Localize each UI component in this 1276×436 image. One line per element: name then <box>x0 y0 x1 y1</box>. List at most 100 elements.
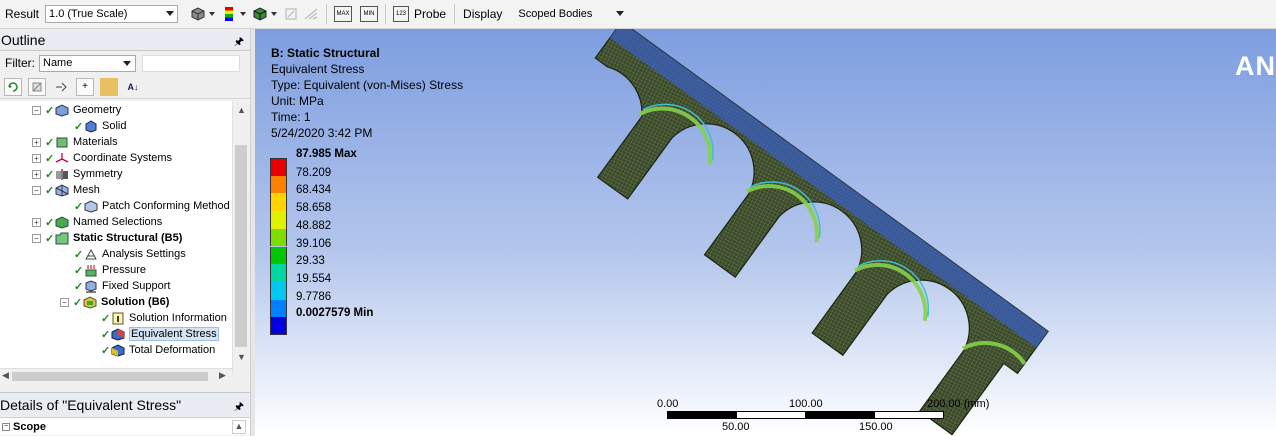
toolbar-separator <box>454 4 456 24</box>
tree-item-analysis-settings[interactable]: ✓ Analysis Settings <box>74 246 186 262</box>
scale-label: 0.00 <box>657 398 679 410</box>
meshed-model[interactable] <box>255 29 1276 436</box>
tree-item-patch-conforming-method[interactable]: ✓ Patch Conforming Method <box>74 198 230 214</box>
collapse-icon[interactable]: − <box>32 185 41 195</box>
tree-item-solid[interactable]: ✓ Solid <box>74 118 126 134</box>
tree-item-equivalent-stress[interactable]: ✓ Equivalent Stress <box>101 326 219 342</box>
scale-segment <box>736 411 806 419</box>
checkmark-icon: ✓ <box>74 120 84 133</box>
chevron-down-icon <box>123 60 131 66</box>
scale-segment <box>667 411 737 419</box>
display-value: Scoped Bodies <box>518 8 593 20</box>
tree-item-label: Total Deformation <box>129 344 216 356</box>
folder-icon[interactable] <box>100 77 118 96</box>
slice-display-icon[interactable] <box>303 6 319 22</box>
tree-item-static-structural[interactable]: − ✓ Static Structural (B5) <box>32 230 182 246</box>
chevron-down-icon[interactable] <box>240 12 247 16</box>
collapse-icon[interactable]: − <box>60 297 69 307</box>
scale-segment <box>805 411 875 419</box>
collapse-icon[interactable]: − <box>32 105 41 115</box>
scale-label: 50.00 <box>722 421 750 433</box>
details-scope-row[interactable]: − Scope ▲ <box>0 417 250 435</box>
suppress-icon[interactable] <box>28 77 46 96</box>
tree-item-fixed-support[interactable]: ✓ Fixed Support <box>74 278 170 294</box>
tree-item-pressure[interactable]: ✓ Pressure <box>74 262 146 278</box>
tree-item-solution-information[interactable]: ✓ Solution Information <box>101 310 227 326</box>
scroll-left-icon[interactable]: ◀ <box>2 370 9 381</box>
result-toolbar: Result 1.0 (True Scale) MAX MIN 123 Prob… <box>0 0 1276 29</box>
probe-button[interactable]: Probe <box>414 7 446 21</box>
analysis-settings-icon <box>85 248 97 259</box>
graphics-viewport[interactable]: B: Static Structural Equivalent Stress T… <box>255 29 1276 436</box>
display-select[interactable]: Scoped Bodies <box>514 5 629 23</box>
checkmark-icon: ✓ <box>73 296 83 309</box>
tree-item-label: Fixed Support <box>102 280 171 292</box>
tree-item-label: Coordinate Systems <box>73 152 173 164</box>
named-selections-icon <box>55 215 69 229</box>
vector-display-icon[interactable] <box>283 6 299 22</box>
tree-item-label: Equivalent Stress <box>129 327 219 341</box>
checkmark-icon: ✓ <box>45 136 55 149</box>
tree-item-label: Mesh <box>73 184 100 196</box>
tree-item-label: Symmetry <box>73 168 123 180</box>
tree-item-label: Analysis Settings <box>102 248 186 260</box>
tree-item-named-selections[interactable]: + ✓ Named Selections <box>32 214 162 230</box>
tree-item-label: Solution (B6) <box>101 296 170 308</box>
pin-icon[interactable]: 🖈 <box>234 33 244 52</box>
checkmark-icon: ✓ <box>101 344 111 357</box>
geometry-display-icon[interactable] <box>190 6 206 22</box>
max-label-icon[interactable]: MAX <box>334 6 353 22</box>
tree-horizontal-scrollbar[interactable]: ◀ ▶ <box>0 368 232 383</box>
scroll-right-icon[interactable]: ▶ <box>219 370 226 381</box>
tree-item-label: Solution Information <box>129 312 227 324</box>
details-header: Details of "Equivalent Stress" 🖈 <box>0 392 250 416</box>
checkmark-icon: ✓ <box>45 104 55 117</box>
scroll-up-icon[interactable]: ▲ <box>237 105 246 115</box>
tree-item-symmetry[interactable]: + ✓ Symmetry <box>32 166 123 182</box>
checkmark-icon: ✓ <box>74 264 84 277</box>
scroll-up-icon[interactable]: ▲ <box>232 419 246 434</box>
tree-vertical-scrollbar[interactable]: ▲ ▼ <box>232 101 249 373</box>
tree-item-materials[interactable]: + ✓ Materials <box>32 134 118 150</box>
edges-display-icon[interactable] <box>252 6 268 22</box>
expand-all-icon[interactable]: + <box>76 77 94 96</box>
solution-icon <box>83 295 97 309</box>
filter-search-input[interactable] <box>142 54 240 72</box>
pin-icon[interactable]: 🖈 <box>234 398 244 417</box>
filter-select[interactable]: Name <box>39 54 136 72</box>
checkmark-icon: ✓ <box>45 216 55 229</box>
outline-header: Outline 🖈 <box>0 29 250 51</box>
geometry-icon <box>55 103 69 117</box>
scrollbar-thumb[interactable] <box>12 372 208 381</box>
expand-icon[interactable]: + <box>32 217 41 227</box>
expand-icon[interactable]: + <box>32 153 41 163</box>
tree-item-geometry[interactable]: − ✓ Geometry <box>32 102 121 118</box>
chevron-down-icon[interactable] <box>209 12 216 16</box>
sort-az-icon[interactable]: A↓ <box>124 78 142 96</box>
expand-icon[interactable]: + <box>32 169 41 179</box>
collapse-tree-icon[interactable] <box>52 78 70 96</box>
tree-item-total-deformation[interactable]: ✓ Total Deformation <box>101 342 215 358</box>
filter-row: Filter: Name <box>0 51 250 75</box>
stress-result-icon <box>111 327 125 341</box>
result-scale-select[interactable]: 1.0 (True Scale) <box>45 5 179 23</box>
refresh-icon[interactable] <box>4 77 22 96</box>
scrollbar-thumb[interactable] <box>235 145 247 347</box>
scope-label: Scope <box>13 420 47 433</box>
tree-item-label: Static Structural (B5) <box>73 232 183 244</box>
tree-item-mesh[interactable]: − ✓ Mesh <box>32 182 100 198</box>
contour-bands-icon[interactable] <box>221 6 237 22</box>
chevron-down-icon[interactable] <box>271 12 278 16</box>
expand-icon[interactable]: + <box>32 137 41 147</box>
collapse-icon[interactable]: − <box>2 422 10 431</box>
min-label-icon[interactable]: MIN <box>360 6 379 22</box>
scroll-down-icon[interactable]: ▼ <box>237 352 246 362</box>
probe-icon: 123 <box>393 6 410 22</box>
materials-icon <box>56 137 68 147</box>
tree-item-label: Pressure <box>102 264 147 276</box>
collapse-icon[interactable]: − <box>32 233 41 243</box>
scale-label: 100.00 <box>789 398 823 410</box>
tree-item-coordinate-systems[interactable]: + ✓ Coordinate Systems <box>32 150 172 166</box>
checkmark-icon: ✓ <box>74 248 84 261</box>
tree-item-solution[interactable]: − ✓ Solution (B6) <box>60 294 169 310</box>
